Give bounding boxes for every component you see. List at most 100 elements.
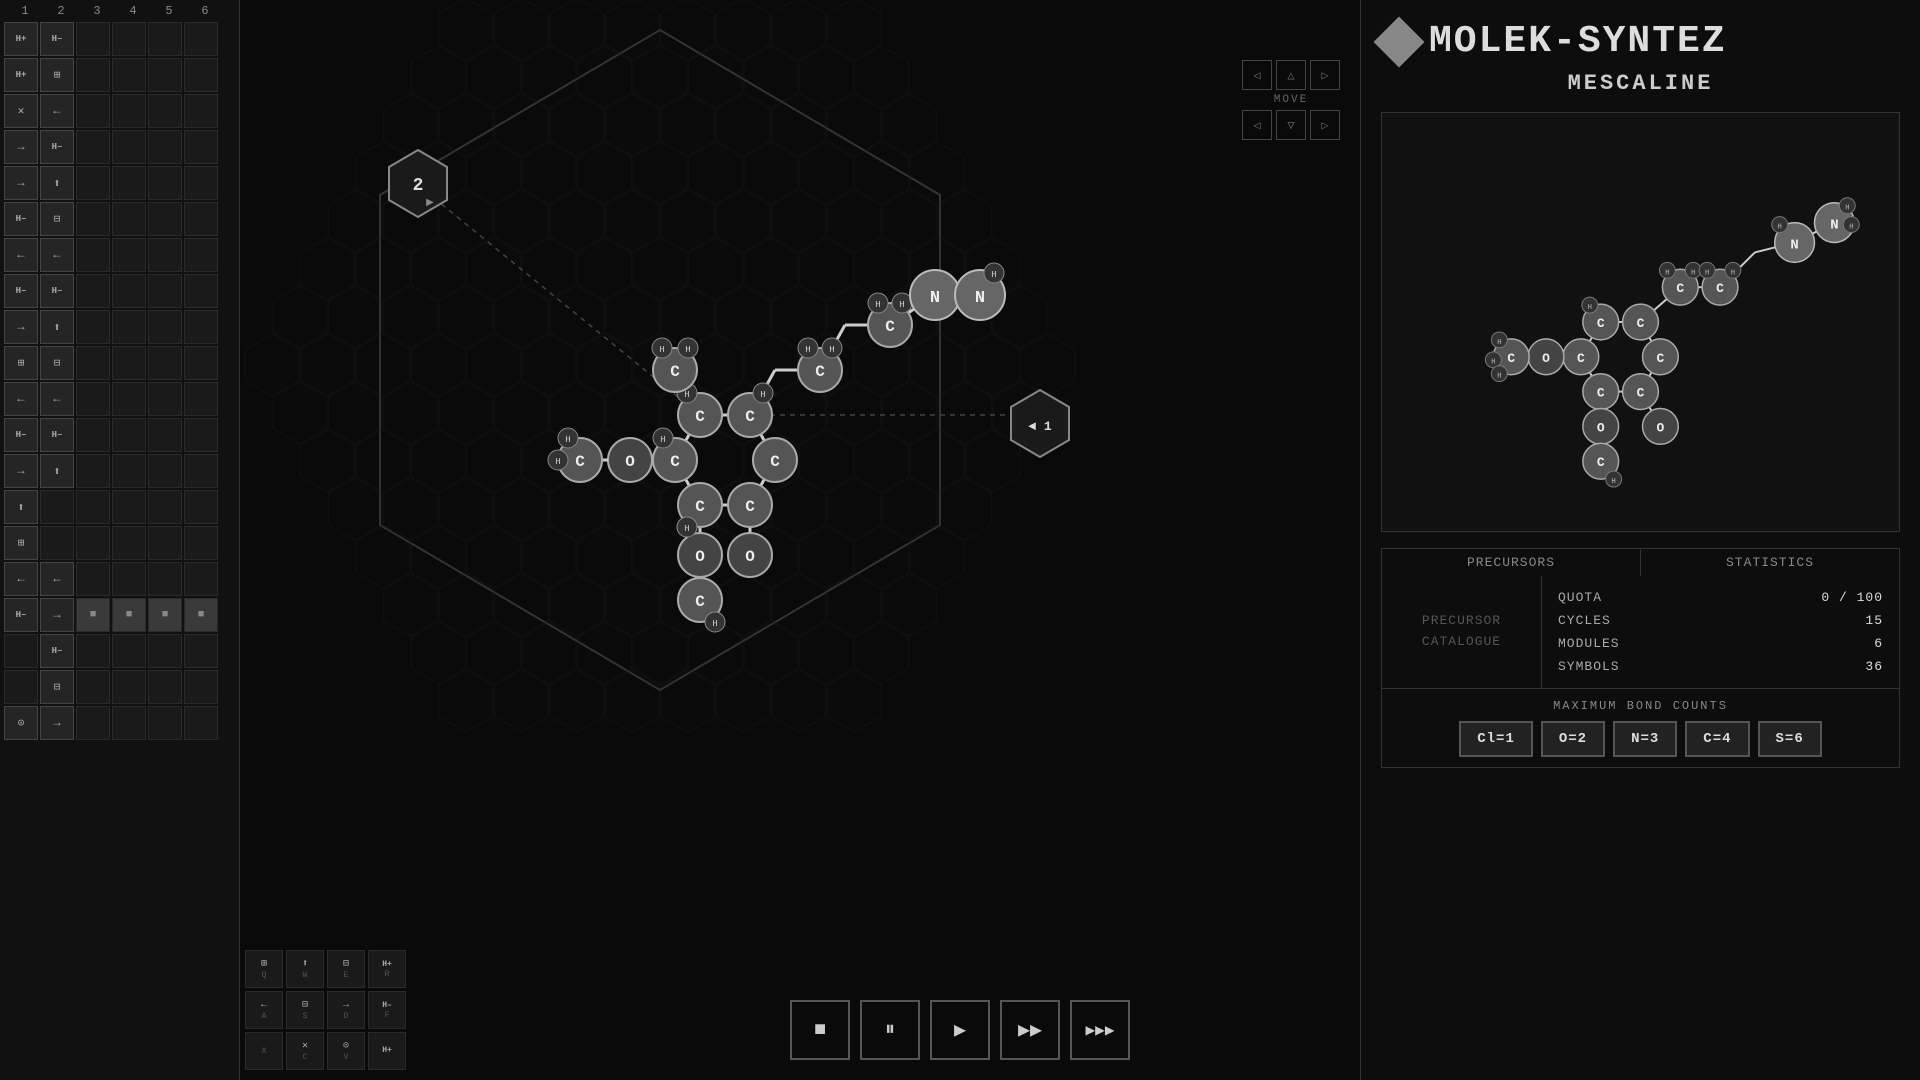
svg-text:N: N — [1830, 218, 1838, 234]
kb-e-icon: ⊟ — [343, 958, 349, 970]
grid-cell-16-5[interactable]: ■ — [184, 598, 218, 632]
kb-s[interactable]: ⊟ S — [286, 991, 324, 1029]
grid-cell-16-3[interactable]: ■ — [112, 598, 146, 632]
kb-e[interactable]: ⊟ E — [327, 950, 365, 988]
grid-cell-18-2 — [76, 670, 110, 704]
keyboard-shortcuts: ⊞ Q ⬆ W ⊟ E H+ R ← A ⊟ S → D H– F — [245, 950, 406, 1070]
cycles-row: CYCLES 15 — [1558, 609, 1883, 632]
grid-row-3: →H– — [4, 130, 235, 164]
grid-cell-14-0[interactable]: ⊞ — [4, 526, 38, 560]
grid-cell-19-1[interactable]: → — [40, 706, 74, 740]
kb-w-key: W — [303, 971, 308, 980]
grid-cell-11-1[interactable]: H– — [40, 418, 74, 452]
kb-x[interactable]: X — [245, 1032, 283, 1070]
grid-cell-6-1[interactable]: ← — [40, 238, 74, 272]
grid-cell-19-0[interactable]: ⊙ — [4, 706, 38, 740]
grid-cell-1-0[interactable]: H+ — [4, 58, 38, 92]
kb-a[interactable]: ← A — [245, 991, 283, 1029]
grid-row-5: H–⊟ — [4, 202, 235, 236]
svg-text:H: H — [1491, 359, 1495, 367]
kb-f[interactable]: H– F — [368, 991, 406, 1029]
grid-cell-10-1[interactable]: ← — [40, 382, 74, 416]
move-down[interactable]: ▽ — [1276, 110, 1306, 140]
grid-row-0: H+H– — [4, 22, 235, 56]
grid-cell-0-4 — [148, 22, 182, 56]
grid-cell-10-0[interactable]: ← — [4, 382, 38, 416]
svg-text:C: C — [1716, 281, 1724, 296]
grid-cell-4-0[interactable]: → — [4, 166, 38, 200]
grid-cell-3-1[interactable]: H– — [40, 130, 74, 164]
grid-cell-7-0[interactable]: H– — [4, 274, 38, 308]
grid-cell-19-5 — [184, 706, 218, 740]
kb-extra[interactable]: H+ — [368, 1032, 406, 1070]
grid-cell-12-0[interactable]: → — [4, 454, 38, 488]
move-up-right[interactable]: ▷ — [1310, 60, 1340, 90]
grid-cell-7-1[interactable]: H– — [40, 274, 74, 308]
grid-cell-12-1[interactable]: ⬆ — [40, 454, 74, 488]
grid-cell-8-0[interactable]: → — [4, 310, 38, 344]
grid-cell-9-0[interactable]: ⊞ — [4, 346, 38, 380]
grid-cell-5-1[interactable]: ⊟ — [40, 202, 74, 236]
play-button[interactable]: ▶ — [930, 1000, 990, 1060]
kb-v[interactable]: ⊙ V — [327, 1032, 365, 1070]
grid-cell-9-1[interactable]: ⊟ — [40, 346, 74, 380]
grid-cell-8-1[interactable]: ⬆ — [40, 310, 74, 344]
cycles-value: 15 — [1865, 613, 1883, 628]
grid-row-19: ⊙→ — [4, 706, 235, 740]
precursor-catalogue-label: PRECURSORCATALOGUE — [1422, 611, 1501, 653]
kb-c-key: C — [303, 1053, 308, 1062]
grid-row-18: ⊟ — [4, 670, 235, 704]
skip-button[interactable]: ▶▶▶ — [1070, 1000, 1130, 1060]
grid-cell-17-1[interactable]: H– — [40, 634, 74, 668]
grid-cell-6-0[interactable]: ← — [4, 238, 38, 272]
grid-cell-6-2 — [76, 238, 110, 272]
grid-cell-16-0[interactable]: H– — [4, 598, 38, 632]
move-down-right[interactable]: ▷ — [1310, 110, 1340, 140]
grid-cell-0-0[interactable]: H+ — [4, 22, 38, 56]
kb-q[interactable]: ⊞ Q — [245, 950, 283, 988]
grid-cell-13-0[interactable]: ⬆ — [4, 490, 38, 524]
grid-cell-16-1[interactable]: → — [40, 598, 74, 632]
stop-button[interactable]: ■ — [790, 1000, 850, 1060]
kb-a-icon: ← — [261, 1000, 267, 1011]
left-panel: 1 2 3 4 5 6 H+H–H+⊞✕←→H–→⬆H–⊟←←H–H–→⬆⊞⊟←… — [0, 0, 240, 1080]
grid-cell-18-5 — [184, 670, 218, 704]
grid-cell-5-0[interactable]: H– — [4, 202, 38, 236]
grid-cell-2-2 — [76, 94, 110, 128]
kb-c[interactable]: ✕ C — [286, 1032, 324, 1070]
grid-row-10: ←← — [4, 382, 235, 416]
svg-text:H: H — [685, 345, 690, 355]
fast-forward-button[interactable]: ▶▶ — [1000, 1000, 1060, 1060]
move-up-left[interactable]: ◁ — [1242, 60, 1272, 90]
grid-cell-16-2[interactable]: ■ — [76, 598, 110, 632]
precursor-catalogue-cell[interactable]: PRECURSORCATALOGUE — [1382, 576, 1542, 688]
grid-cell-15-1[interactable]: ← — [40, 562, 74, 596]
kb-r[interactable]: H+ R — [368, 950, 406, 988]
grid-cell-15-0[interactable]: ← — [4, 562, 38, 596]
main-game-area: // Will be generated by JS below 2 ▶ ◄ 1… — [240, 0, 1080, 1080]
grid-cell-1-1[interactable]: ⊞ — [40, 58, 74, 92]
grid-cell-2-1[interactable]: ← — [40, 94, 74, 128]
grid-cell-17-2 — [76, 634, 110, 668]
move-down-left[interactable]: ◁ — [1242, 110, 1272, 140]
grid-cell-18-1[interactable]: ⊟ — [40, 670, 74, 704]
fast-forward-icon: ▶▶ — [1018, 1017, 1042, 1043]
grid-cell-3-4 — [148, 130, 182, 164]
svg-text:O: O — [1542, 351, 1550, 366]
grid-cell-4-1[interactable]: ⬆ — [40, 166, 74, 200]
kb-d[interactable]: → D — [327, 991, 365, 1029]
svg-text:H: H — [1845, 205, 1849, 213]
move-up[interactable]: △ — [1276, 60, 1306, 90]
pause-button[interactable]: ⏸ — [860, 1000, 920, 1060]
svg-text:C: C — [695, 408, 705, 426]
grid-cell-7-4 — [148, 274, 182, 308]
grid-cell-3-0[interactable]: → — [4, 130, 38, 164]
svg-text:O: O — [695, 548, 705, 566]
grid-cell-16-4[interactable]: ■ — [148, 598, 182, 632]
grid-cell-0-1[interactable]: H– — [40, 22, 74, 56]
grid-cell-11-0[interactable]: H– — [4, 418, 38, 452]
grid-cell-14-2 — [76, 526, 110, 560]
bond-s: S=6 — [1758, 721, 1822, 757]
kb-w[interactable]: ⬆ W — [286, 950, 324, 988]
grid-cell-2-0[interactable]: ✕ — [4, 94, 38, 128]
